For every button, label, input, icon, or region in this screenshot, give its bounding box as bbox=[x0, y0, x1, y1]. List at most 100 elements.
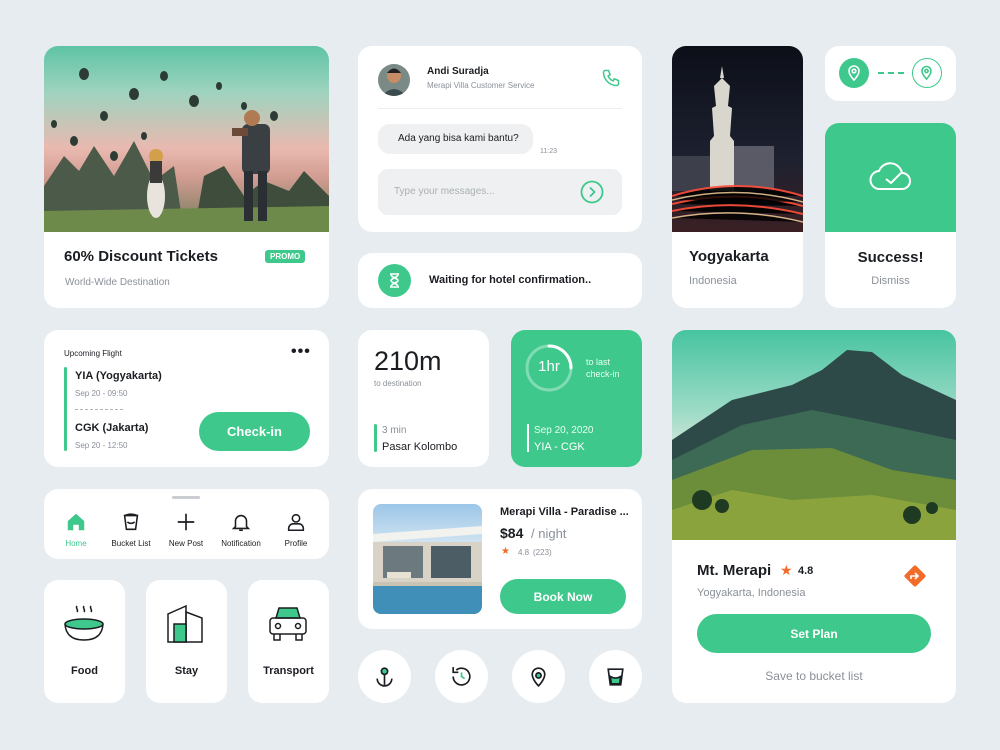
more-options-icon[interactable]: ••• bbox=[291, 344, 311, 360]
success-title: Success! bbox=[857, 249, 924, 266]
category-stay[interactable]: Stay bbox=[146, 580, 227, 703]
dismiss-button[interactable]: Dismiss bbox=[825, 275, 956, 287]
origin-pin-icon[interactable] bbox=[839, 58, 869, 88]
avatar bbox=[378, 64, 410, 96]
city-image bbox=[672, 46, 803, 232]
directions-icon[interactable] bbox=[902, 563, 928, 589]
success-card: Success! Dismiss bbox=[825, 123, 956, 308]
distance-bar bbox=[374, 424, 377, 452]
flight-header: Upcoming Flight bbox=[64, 349, 122, 358]
history-icon bbox=[452, 667, 471, 686]
food-bowl-icon bbox=[64, 605, 104, 641]
villa-reviews: (223) bbox=[533, 548, 552, 557]
destination-pin-icon[interactable] bbox=[912, 58, 942, 88]
success-banner bbox=[825, 123, 956, 232]
promo-title: 60% Discount Tickets bbox=[64, 248, 218, 265]
save-bucket-link[interactable]: Save to bucket list bbox=[672, 669, 956, 683]
book-now-button[interactable]: Book Now bbox=[500, 579, 626, 614]
nav-label: Profile bbox=[284, 539, 308, 548]
promo-badge: PROMO bbox=[265, 250, 306, 263]
timer-card: 1hr to last check-in Sep 20, 2020 YIA - … bbox=[511, 330, 642, 467]
bus-stop: Pasar Kolombo bbox=[382, 441, 458, 453]
car-icon bbox=[269, 607, 307, 641]
flight-route-line bbox=[64, 367, 67, 451]
chat-bubble: Ada yang bisa kami bantu? bbox=[378, 124, 533, 154]
villa-image bbox=[373, 504, 482, 614]
nav-item-new-post[interactable]: New Post bbox=[162, 511, 210, 548]
mountain-location: Yogyakarta, Indonesia bbox=[697, 587, 806, 599]
divider bbox=[378, 108, 622, 109]
mountain-card: Mt. Merapi ★ 4.8 Yogyakarta, Indonesia S… bbox=[672, 330, 956, 703]
nav-item-profile[interactable]: Profile bbox=[274, 511, 318, 548]
walk-time: 3 min bbox=[382, 425, 407, 436]
flight-to-time: Sep 20 - 12:50 bbox=[75, 441, 128, 450]
drag-handle[interactable] bbox=[172, 496, 200, 499]
flight-from: YIA (Yogyakarta) bbox=[75, 370, 162, 382]
villa-rating: 4.8 bbox=[518, 548, 530, 557]
timer-route: YIA - CGK bbox=[534, 441, 585, 453]
agent-name: Andi Suradja bbox=[427, 66, 489, 77]
chat-card: Andi Suradja Merapi Villa Customer Servi… bbox=[358, 46, 642, 232]
category-label: Food bbox=[71, 665, 98, 677]
set-plan-button[interactable]: Set Plan bbox=[697, 614, 931, 653]
timer-date: Sep 20, 2020 bbox=[534, 425, 594, 436]
flight-divider bbox=[75, 409, 123, 410]
plus-icon bbox=[177, 513, 195, 531]
message-input[interactable]: Type your messages... bbox=[378, 169, 622, 215]
bucket-icon bbox=[607, 668, 624, 686]
phone-icon[interactable] bbox=[601, 68, 621, 88]
bottom-nav: Home Bucket List New Post Notification P… bbox=[44, 489, 329, 559]
hourglass-icon bbox=[378, 264, 411, 297]
message-placeholder: Type your messages... bbox=[394, 186, 495, 197]
nav-label: Notification bbox=[221, 539, 261, 548]
category-food[interactable]: Food bbox=[44, 580, 125, 703]
promo-image bbox=[44, 46, 329, 232]
promo-card[interactable]: 60% Discount Tickets PROMO World-Wide De… bbox=[44, 46, 329, 308]
bucket-icon bbox=[123, 513, 139, 531]
star-icon: ★ bbox=[780, 562, 793, 578]
agent-role: Merapi Villa Customer Service bbox=[427, 81, 535, 90]
category-transport[interactable]: Transport bbox=[248, 580, 329, 703]
action-location-button[interactable] bbox=[512, 650, 565, 703]
checkin-button[interactable]: Check-in bbox=[199, 412, 310, 451]
nav-label: Bucket List bbox=[111, 539, 151, 548]
action-bucket-button[interactable] bbox=[589, 650, 642, 703]
action-history-button[interactable] bbox=[435, 650, 488, 703]
mountain-name: Mt. Merapi bbox=[697, 562, 772, 579]
mountain-image bbox=[672, 330, 956, 540]
villa-per-night: / night bbox=[531, 526, 567, 541]
villa-name: Merapi Villa - Paradise ... bbox=[500, 506, 629, 518]
nav-item-notification[interactable]: Notification bbox=[214, 511, 268, 548]
message-time: 11:23 bbox=[540, 148, 557, 155]
bell-icon bbox=[231, 514, 251, 532]
building-icon bbox=[167, 604, 203, 643]
send-button[interactable] bbox=[580, 180, 604, 204]
nav-item-home[interactable]: Home bbox=[54, 511, 98, 548]
city-country: Indonesia bbox=[689, 275, 737, 287]
distance-card: 210m to destination 3 min Pasar Kolombo bbox=[358, 330, 489, 467]
category-label: Stay bbox=[174, 665, 199, 677]
nav-label: New Post bbox=[168, 539, 204, 548]
villa-card: Merapi Villa - Paradise ... $84 / night … bbox=[358, 489, 642, 629]
route-dashes bbox=[878, 72, 904, 74]
action-anchor-button[interactable] bbox=[358, 650, 411, 703]
hotel-wait-text: Waiting for hotel confirmation.. bbox=[429, 274, 592, 286]
villa-price: $84 bbox=[500, 525, 524, 541]
route-card bbox=[825, 46, 956, 101]
nav-item-bucket-list[interactable]: Bucket List bbox=[106, 511, 156, 548]
nav-label: Home bbox=[65, 539, 87, 548]
timer-bar bbox=[527, 424, 529, 452]
mountain-rating: 4.8 bbox=[798, 565, 814, 577]
home-icon bbox=[67, 513, 85, 531]
timer-value: 1hr bbox=[538, 358, 560, 375]
distance-value: 210m bbox=[374, 346, 442, 376]
city-card[interactable]: Yogyakarta Indonesia bbox=[672, 46, 803, 308]
timer-label: to last check-in bbox=[586, 357, 620, 379]
hotel-wait-card: Waiting for hotel confirmation.. bbox=[358, 253, 642, 308]
flight-from-time: Sep 20 - 09:50 bbox=[75, 389, 128, 398]
user-icon bbox=[287, 513, 305, 532]
flight-to: CGK (Jakarta) bbox=[75, 422, 149, 434]
city-name: Yogyakarta bbox=[689, 248, 769, 265]
location-pin-icon bbox=[531, 667, 546, 688]
star-icon: ★ bbox=[501, 546, 510, 557]
